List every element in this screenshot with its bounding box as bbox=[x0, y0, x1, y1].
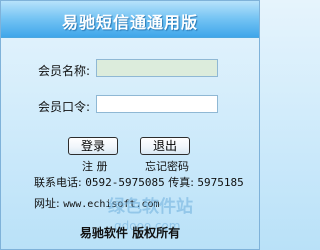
fax-value: 5975185 bbox=[197, 176, 244, 189]
contact-line: 联系电话: 0592-5975085 传真: 5975185 bbox=[34, 174, 244, 190]
exit-button[interactable]: 退出 bbox=[140, 137, 190, 155]
register-link[interactable]: 注 册 bbox=[82, 158, 108, 174]
member-name-input[interactable] bbox=[96, 59, 218, 77]
phone-value: 0592-5975085 bbox=[85, 176, 165, 189]
member-name-label: 会员名称: bbox=[38, 64, 91, 78]
website-line: 网址: www.echisoft.com bbox=[34, 195, 160, 211]
title-bar: 易驰短信通通用版 bbox=[1, 1, 259, 38]
phone-label: 联系电话: bbox=[34, 176, 82, 189]
website-value: www.echisoft.com bbox=[63, 199, 160, 210]
window-title: 易驰短信通通用版 bbox=[61, 13, 198, 32]
website-label: 网址: bbox=[34, 197, 60, 210]
fax-label: 传真: bbox=[168, 176, 194, 189]
copyright-footer: 易驰软件 版权所有 bbox=[79, 226, 181, 240]
forgot-password-link[interactable]: 忘记密码 bbox=[145, 158, 189, 174]
member-password-label: 会员口令: bbox=[38, 100, 91, 114]
member-password-input[interactable] bbox=[96, 95, 218, 113]
login-button[interactable]: 登录 bbox=[68, 137, 118, 155]
